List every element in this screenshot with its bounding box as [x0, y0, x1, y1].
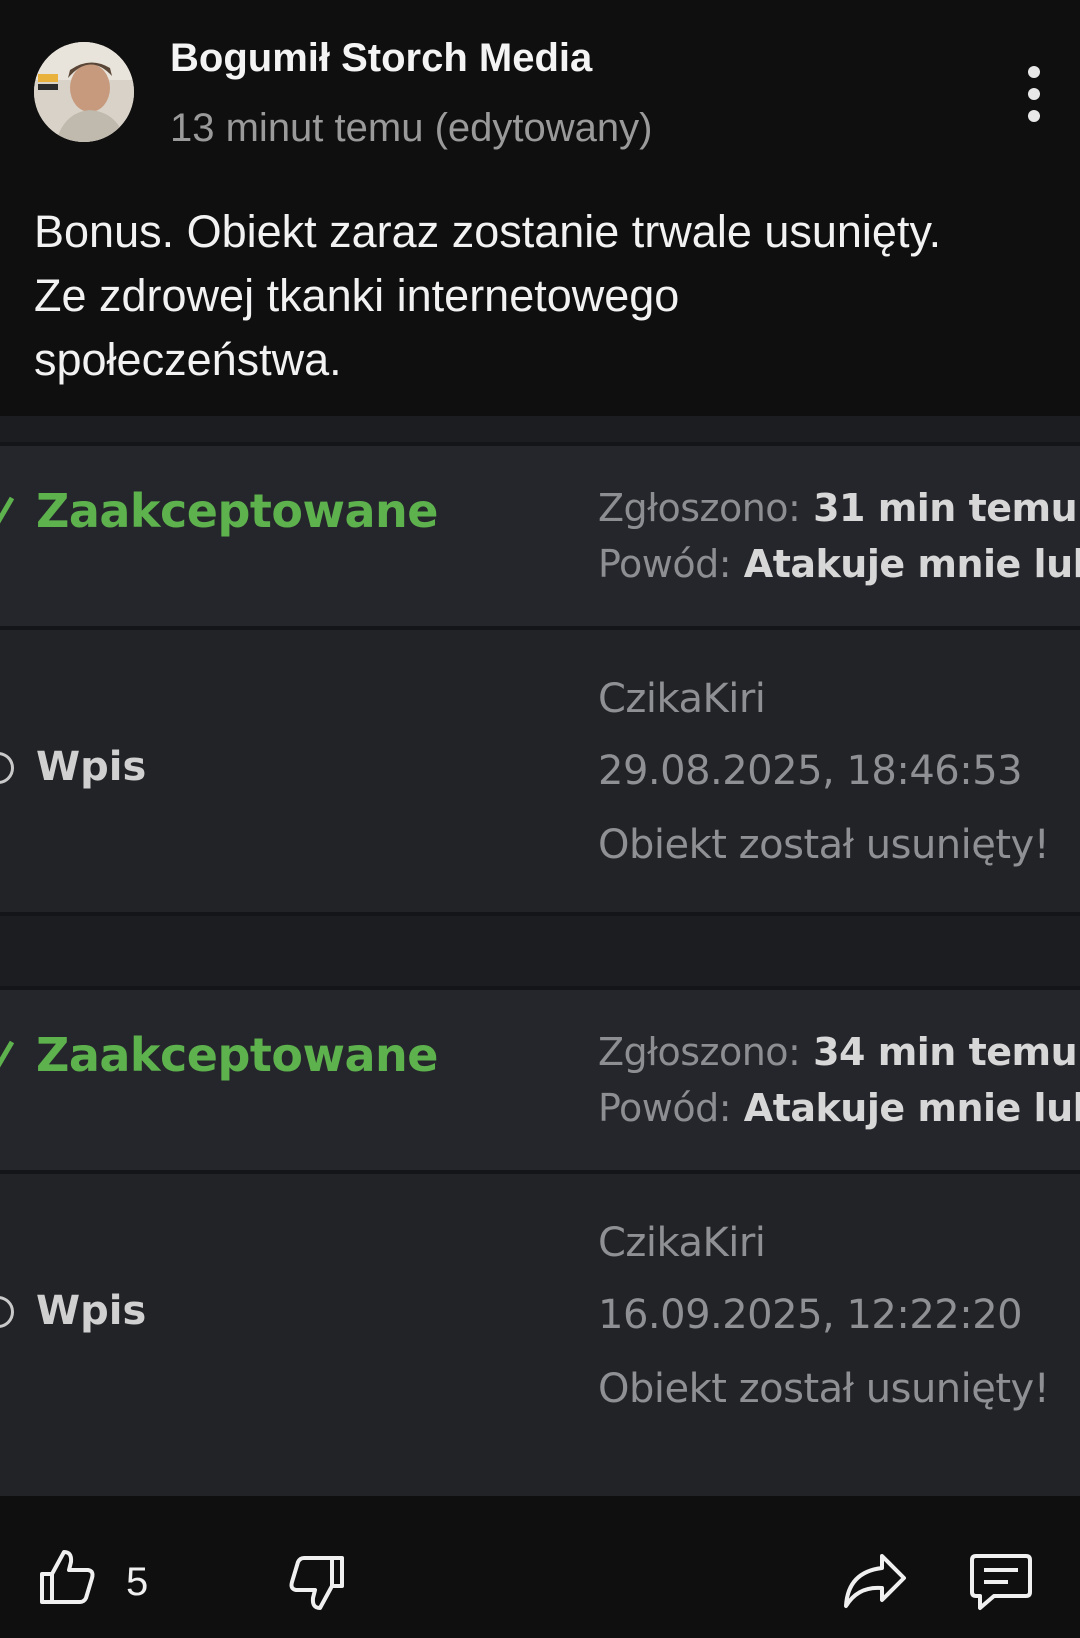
report-result: Obiekt został usunięty! — [598, 1366, 1050, 1412]
post-timestamp: 13 minut temu (edytowany) — [170, 106, 653, 150]
report-reported: Zgłoszono: 31 min temu — [598, 486, 1078, 530]
like-count: 5 — [126, 1560, 149, 1604]
post-text-line: Bonus. Obiekt zaraz zostanie trwale usun… — [34, 206, 942, 257]
action-bar — [0, 1496, 1080, 1638]
report-user: CzikaKiri — [598, 676, 766, 722]
share-icon[interactable] — [842, 1550, 908, 1612]
author-name[interactable]: Bogumił Storch Media — [170, 36, 592, 81]
post-image[interactable]: Zaakceptowane Zgłoszono: 31 min temu Pow… — [0, 416, 1080, 1496]
more-options-icon[interactable] — [1014, 66, 1054, 122]
check-icon — [0, 1040, 14, 1068]
report-reported: Zgłoszono: 34 min temu — [598, 1030, 1078, 1074]
comment-icon[interactable] — [968, 1550, 1034, 1614]
report-status: Zaakceptowane — [36, 1028, 439, 1082]
check-icon — [0, 496, 14, 524]
report-date: 29.08.2025, 18:46:53 — [598, 748, 1023, 794]
report-type: Wpis — [36, 744, 147, 790]
radio-icon — [0, 1296, 14, 1328]
report-reason: Powód: Atakuje mnie lub — [598, 1086, 1080, 1130]
report-user: CzikaKiri — [598, 1220, 766, 1266]
report-details: Wpis CzikaKiri 29.08.2025, 18:46:53 Obie… — [0, 630, 1080, 912]
report-header: Zaakceptowane Zgłoszono: 34 min temu Pow… — [0, 990, 1080, 1170]
post-text-line: społeczeństwa. — [34, 334, 342, 385]
post-text: Bonus. Obiekt zaraz zostanie trwale usun… — [34, 200, 1054, 392]
thumbs-down-icon[interactable] — [286, 1552, 348, 1614]
radio-icon — [0, 752, 14, 784]
report-details: Wpis CzikaKiri 16.09.2025, 12:22:20 Obie… — [0, 1174, 1080, 1496]
thumbs-up-icon[interactable] — [36, 1546, 98, 1608]
report-result: Obiekt został usunięty! — [598, 822, 1050, 868]
report-date: 16.09.2025, 12:22:20 — [598, 1292, 1023, 1338]
report-status: Zaakceptowane — [36, 484, 439, 538]
avatar[interactable] — [34, 42, 134, 142]
report-header: Zaakceptowane Zgłoszono: 31 min temu Pow… — [0, 446, 1080, 626]
report-type: Wpis — [36, 1288, 147, 1334]
post-header: Bogumił Storch Media 13 minut temu (edyt… — [0, 0, 1080, 180]
report-reason: Powód: Atakuje mnie lub — [598, 542, 1080, 586]
post-text-line: Ze zdrowej tkanki internetowego — [34, 270, 680, 321]
